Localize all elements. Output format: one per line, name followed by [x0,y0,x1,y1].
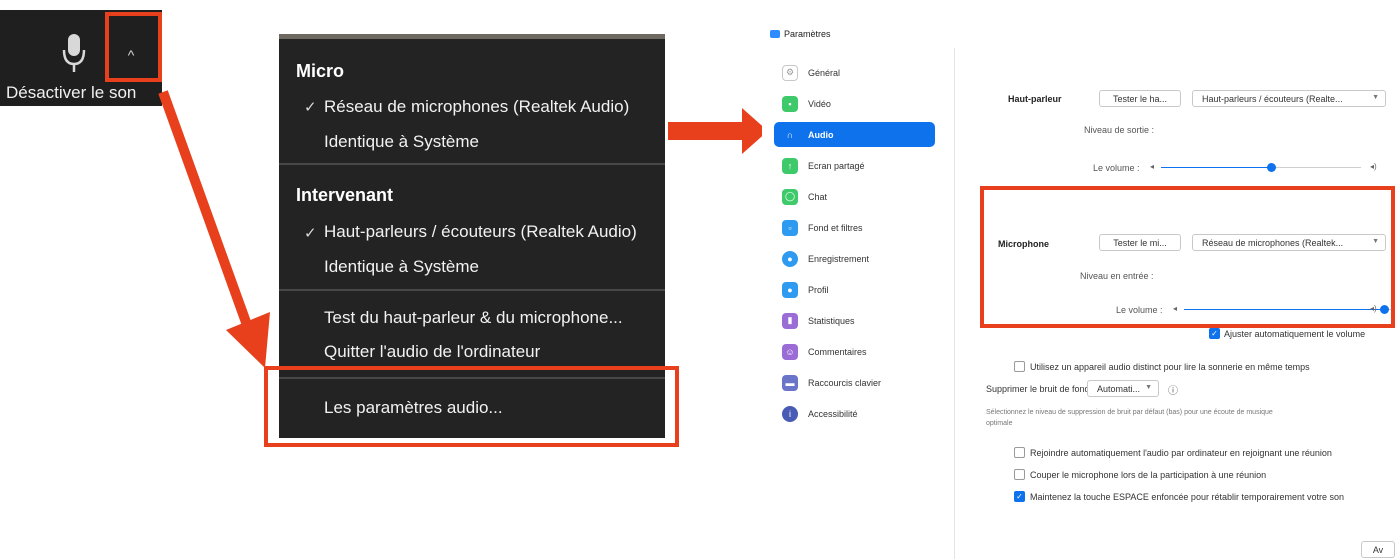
headphones-icon: ∩ [786,129,794,140]
test-speaker-button[interactable]: Tester le ha... [1099,90,1181,107]
noise-suppression-label: Supprimer le bruit de fond [986,384,1090,394]
noise-suppression-select[interactable]: Automati... ▼ [1087,380,1159,397]
gear-icon: ⚙ [782,64,798,81]
auto-adjust-label: Ajuster automatiquement le volume [1224,329,1366,339]
sidebar-item-keyboard[interactable]: ▬ Raccourcis clavier [774,370,935,395]
volume-low-icon: ◂ [1150,162,1155,171]
zoom-logo-icon [770,30,780,38]
sidebar-item-feedback[interactable]: ☺ Commentaires [774,339,935,364]
help-icon[interactable]: ⓘ [1168,382,1178,397]
video-icon: ▪ [782,95,798,112]
sidebar-item-accessibility[interactable]: i Accessibilité [774,401,935,426]
accessibility-icon: i [782,405,798,422]
speaker-label: Haut-parleur [1008,94,1062,104]
arrow-right-icon [668,108,768,154]
output-level-label: Niveau de sortie : [1084,125,1155,135]
speaker-volume-knob[interactable] [1267,163,1276,172]
background-icon: ▫ [782,219,798,236]
sidebar-item-chat[interactable]: ◯ Chat [774,184,935,209]
push-to-talk-checkbox[interactable]: ✓ [1014,491,1025,502]
auto-join-audio-label: Rejoindre automatiquement l'audio par or… [1030,448,1332,458]
arrow-down-icon [158,90,270,368]
feedback-icon: ☺ [782,343,798,360]
share-screen-icon: ↑ [782,157,798,174]
speaker-device-select[interactable]: Haut-parleurs / écouteurs (Realte... ▼ [1192,90,1386,107]
statistics-icon: ▮ [782,312,798,329]
auto-adjust-checkbox[interactable]: ✓ [1209,328,1220,339]
record-icon: ● [782,250,798,267]
chat-icon: ◯ [782,188,798,205]
sidebar-item-recording[interactable]: ● Enregistrement [774,246,935,271]
noise-help-text: Sélectionnez le niveau de suppression de… [986,409,1273,416]
sidebar-item-general[interactable]: ⚙ Général [774,60,935,85]
sidebar-item-background[interactable]: ▫ Fond et filtres [774,215,935,240]
push-to-talk-label: Maintenez la touche ESPACE enfoncée pour… [1030,492,1345,502]
auto-join-audio-checkbox[interactable] [1014,447,1025,458]
window-title: Paramètres [770,29,831,39]
sidebar-item-audio[interactable]: ∩ Audio [774,122,935,147]
speaker-volume-slider[interactable] [1161,167,1271,168]
settings-sidebar: ⚙ Général ▪ Vidéo ∩ Audio ↑ Ecran partag… [762,48,955,559]
mute-on-join-label: Couper le microphone lors de la particip… [1030,470,1267,480]
noise-help-text: optimale [986,420,1013,427]
sidebar-item-share-screen[interactable]: ↑ Ecran partagé [774,153,935,178]
speaker-volume-label: Le volume : [1093,163,1140,173]
separate-device-label: Utilisez un appareil audio distinct pour… [1030,362,1310,372]
volume-high-icon: ◂) [1370,162,1377,171]
sidebar-item-profile[interactable]: ● Profil [774,277,935,302]
profile-icon: ● [782,281,798,298]
chevron-down-icon: ▼ [1145,384,1152,391]
mute-on-join-checkbox[interactable] [1014,469,1025,480]
keyboard-icon: ▬ [782,374,798,391]
chevron-down-icon: ▼ [1372,94,1379,101]
highlight-box-microphone [980,186,1395,328]
advanced-button[interactable]: Av [1361,541,1395,558]
slider-rest-track [1271,167,1361,168]
separate-device-checkbox[interactable] [1014,361,1025,372]
sidebar-item-statistics[interactable]: ▮ Statistiques [774,308,935,333]
sidebar-item-video[interactable]: ▪ Vidéo [774,91,935,116]
screenshot-root: ^ Désactiver le son Micro ✓ Réseau de mi… [0,0,1395,559]
